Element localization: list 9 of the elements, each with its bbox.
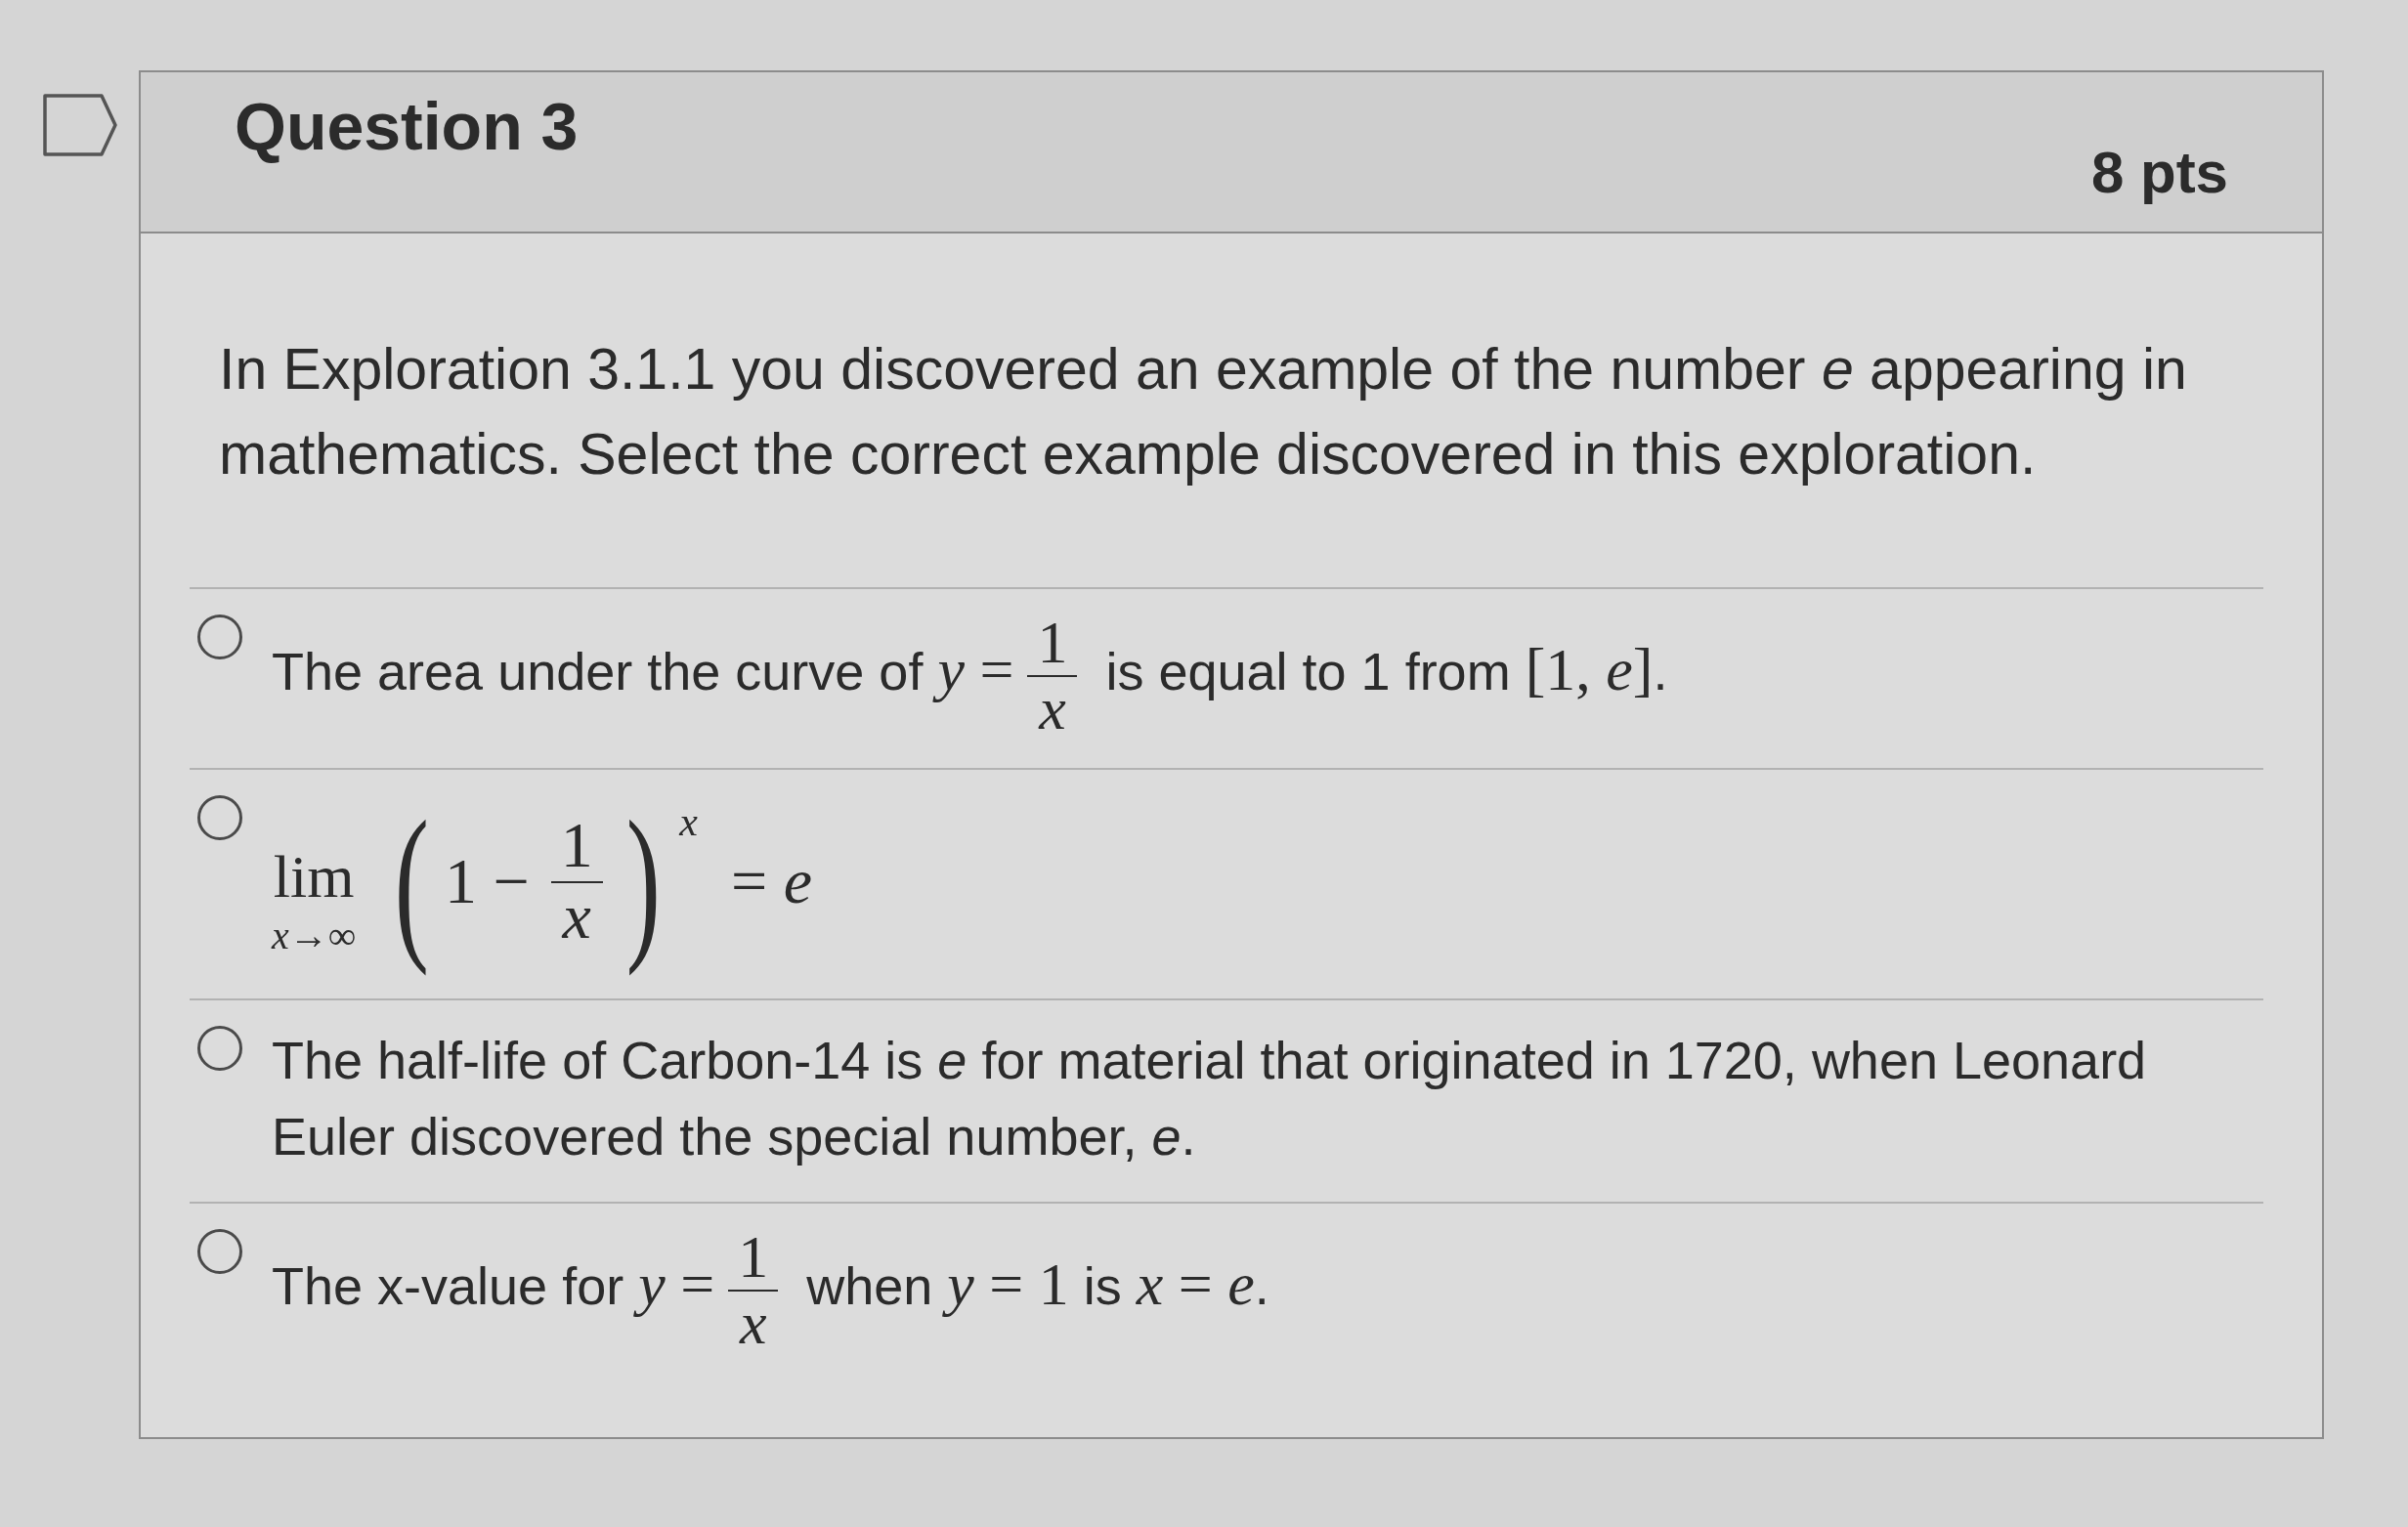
question-text: In Exploration 3.1.1 you discovered an example of the number e appearing in mathematics. Select the correct example discovered in this exploration. (218, 336, 2188, 488)
question-title: Question 3 (235, 90, 579, 163)
answer-text: The half-life of Carbon-14 is e for material that originated in 1720, when Leonard Euler discovered the special number, e. (272, 1029, 2148, 1167)
tag-icon[interactable] (43, 94, 117, 156)
points-label: 8 pts (2090, 141, 2228, 205)
radio-button[interactable] (197, 794, 242, 840)
radio-button[interactable] (197, 615, 242, 659)
radio-button[interactable] (197, 1025, 242, 1071)
radio-button[interactable] (197, 1228, 242, 1274)
